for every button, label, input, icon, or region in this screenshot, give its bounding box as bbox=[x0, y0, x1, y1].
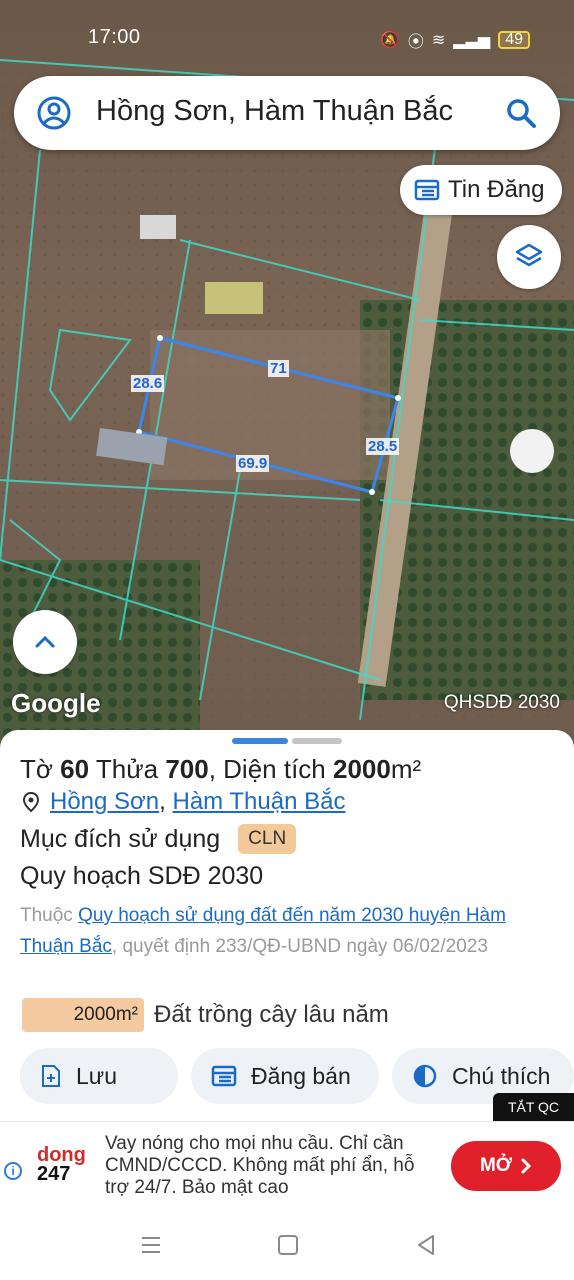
sheet-handle[interactable] bbox=[292, 738, 342, 744]
plan-description: Thuộc Quy hoạch sử dụng đất đến năm 2030… bbox=[20, 900, 560, 962]
ad-logo: dong 247 bbox=[37, 1145, 91, 1185]
plot-number: 700 bbox=[165, 754, 209, 784]
area-value: 2000 bbox=[333, 754, 391, 784]
plan-layer-badge: QHSDĐ 2030 bbox=[443, 692, 560, 713]
plot-prefix: Thửa bbox=[95, 754, 159, 784]
ad-logo-line2: 247 bbox=[37, 1163, 71, 1185]
google-logo: Google bbox=[11, 688, 101, 718]
ward-link[interactable]: Hồng Sơn bbox=[50, 788, 159, 816]
purpose-label: Mục đích sử dụng bbox=[20, 824, 221, 853]
search-icon[interactable] bbox=[504, 96, 538, 130]
dimension-bottom: 69.9 bbox=[236, 455, 270, 472]
home-icon[interactable] bbox=[278, 1235, 298, 1255]
map-floating-dot[interactable] bbox=[510, 429, 554, 473]
area-use-row: 2000m² Đất trồng cây lâu năm bbox=[22, 998, 389, 1032]
save-label: Lưu bbox=[76, 1062, 117, 1089]
status-icons: 🔕 ⦿ ≋ ▂▃▅ 49 bbox=[380, 28, 530, 52]
tin-dang-label: Tin Đăng bbox=[448, 176, 545, 203]
layers-icon bbox=[515, 243, 543, 267]
search-bar[interactable]: Hồng Sơn, Hàm Thuận Bắc bbox=[14, 76, 560, 150]
parcel-title: Tờ 60 Thửa 700, Diện tích 2000m² bbox=[20, 754, 421, 785]
add-bookmark-icon bbox=[42, 1065, 60, 1087]
recent-apps-icon[interactable] bbox=[140, 1235, 162, 1255]
district-link[interactable]: Hàm Thuận Bắc bbox=[172, 788, 345, 816]
location-row: Hồng Sơn, Hàm Thuận Bắc bbox=[20, 788, 345, 816]
purpose-code-badge: CLN bbox=[238, 824, 297, 854]
ad-text: Vay nóng cho mọi nhu cầu. Chỉ cần CMND/C… bbox=[105, 1133, 415, 1198]
ad-banner[interactable]: i dong 247 Vay nóng cho mọi nhu cầu. Chỉ… bbox=[0, 1121, 574, 1209]
mute-icon: 🔕 bbox=[379, 32, 400, 49]
plan-title: Quy hoạch SDĐ 2030 bbox=[20, 862, 264, 890]
calendar-icon bbox=[414, 179, 440, 201]
area-badge: 2000m² bbox=[22, 998, 144, 1032]
plan-desc-suffix: , quyết định 233/QĐ-UBND ngày 06/02/2023 bbox=[111, 936, 488, 957]
info-icon[interactable]: i bbox=[4, 1162, 22, 1180]
dimension-top: 71 bbox=[268, 360, 289, 377]
sell-label: Đăng bán bbox=[251, 1062, 351, 1089]
sheet-number: 60 bbox=[60, 754, 90, 784]
signal-icon: ▂▃▅ bbox=[453, 32, 491, 49]
back-icon[interactable] bbox=[414, 1233, 438, 1257]
area-prefix: , Diện tích bbox=[208, 754, 326, 784]
sheet-handle-active[interactable] bbox=[232, 738, 288, 744]
sheet-prefix: Tờ bbox=[20, 754, 53, 784]
legend-label: Chú thích bbox=[452, 1062, 551, 1089]
close-ad-button[interactable]: TẮT QC bbox=[493, 1093, 574, 1121]
area-unit: m² bbox=[390, 754, 422, 784]
chevron-right-icon bbox=[521, 1158, 532, 1174]
location-icon: ⦿ bbox=[407, 34, 424, 51]
parcel-sheet: Tờ 60 Thửa 700, Diện tích 2000m² Hồng Sơ… bbox=[0, 730, 574, 1130]
tin-dang-button[interactable]: Tin Đăng bbox=[400, 165, 562, 215]
dimension-right: 28.5 bbox=[366, 438, 400, 455]
status-time: 17:00 bbox=[88, 26, 141, 48]
ad-open-button[interactable]: MỞ bbox=[451, 1141, 561, 1191]
wifi-icon: ≋ bbox=[431, 32, 446, 49]
ad-open-label: MỞ bbox=[479, 1155, 513, 1176]
sell-button[interactable]: Đăng bán bbox=[191, 1048, 379, 1104]
status-bar: 17:00 🔕 ⦿ ≋ ▂▃▅ 49 bbox=[0, 20, 574, 60]
calendar-icon bbox=[211, 1065, 237, 1087]
contrast-icon bbox=[413, 1064, 437, 1088]
search-input[interactable]: Hồng Sơn, Hàm Thuận Bắc bbox=[96, 95, 453, 128]
layers-button[interactable] bbox=[497, 225, 561, 289]
system-nav-bar bbox=[0, 1209, 574, 1280]
plan-desc-prefix: Thuộc bbox=[20, 905, 73, 926]
expand-sheet-button[interactable] bbox=[13, 610, 77, 674]
battery-icon: 49 bbox=[498, 31, 530, 49]
location-pin-icon bbox=[22, 791, 40, 813]
purpose-row: Mục đích sử dụng CLN bbox=[20, 824, 297, 854]
location-separator: , bbox=[159, 788, 173, 815]
dimension-left: 28.6 bbox=[131, 375, 165, 392]
account-icon[interactable] bbox=[36, 95, 72, 131]
chevron-up-icon bbox=[35, 635, 55, 648]
area-use-label: Đất trồng cây lâu năm bbox=[154, 1001, 389, 1028]
save-button[interactable]: Lưu bbox=[20, 1048, 178, 1104]
